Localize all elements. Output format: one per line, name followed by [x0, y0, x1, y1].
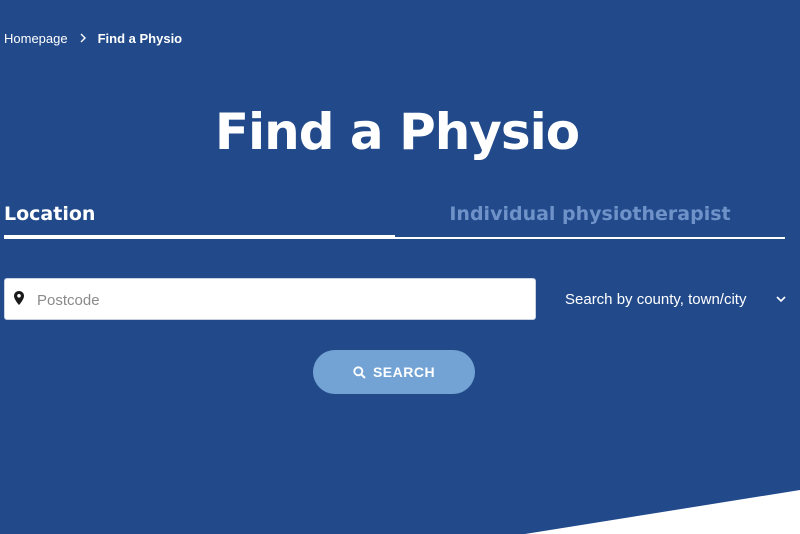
search-icon	[353, 365, 366, 379]
postcode-input[interactable]	[35, 279, 529, 321]
breadcrumb-home-link[interactable]: Homepage	[4, 31, 68, 46]
active-tab-indicator	[4, 235, 395, 239]
tab-individual-label: Individual physiotherapist	[449, 203, 731, 225]
tab-location-label: Location	[4, 203, 96, 225]
region-select[interactable]: Search by county, town/city	[553, 278, 793, 320]
tab-location[interactable]: Location	[4, 198, 395, 239]
search-button[interactable]: SEARCH	[313, 350, 475, 394]
search-tabs: Location Individual physiotherapist	[4, 198, 785, 239]
search-button-label: SEARCH	[372, 364, 436, 380]
map-pin-icon	[14, 291, 24, 305]
breadcrumb: Homepage Find a Physio	[4, 29, 182, 47]
breadcrumb-current: Find a Physio	[97, 30, 183, 46]
decorative-wedge	[525, 490, 800, 534]
chevron-right-icon	[80, 33, 86, 43]
region-select-label: Search by county, town/city	[565, 290, 747, 308]
postcode-field	[4, 278, 536, 321]
chevron-down-icon	[776, 296, 786, 303]
tab-individual-physiotherapist[interactable]: Individual physiotherapist	[395, 198, 785, 239]
page-title: Find a Physio	[214, 103, 580, 161]
